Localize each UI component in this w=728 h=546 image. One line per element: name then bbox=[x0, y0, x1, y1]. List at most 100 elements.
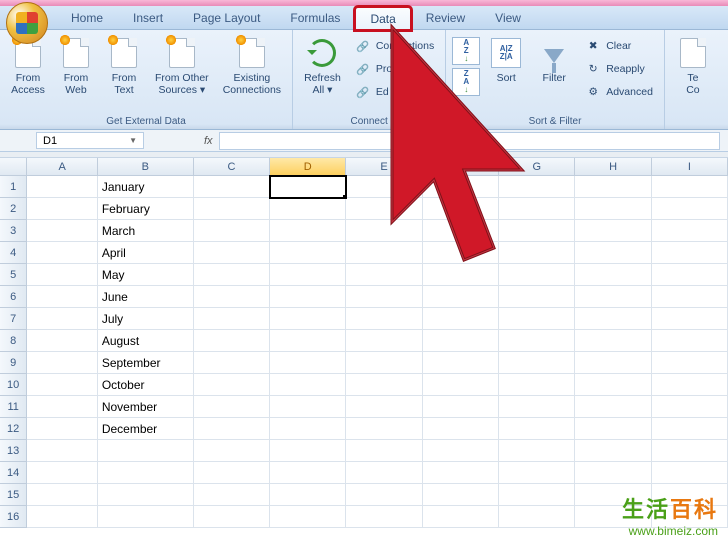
row-header-3[interactable]: 3 bbox=[0, 220, 27, 242]
select-all-corner[interactable] bbox=[0, 158, 27, 176]
cell-B14[interactable] bbox=[98, 462, 194, 484]
cell-F9[interactable] bbox=[423, 352, 499, 374]
cell-I8[interactable] bbox=[652, 330, 728, 352]
cell-F5[interactable] bbox=[423, 264, 499, 286]
cell-G12[interactable] bbox=[499, 418, 575, 440]
cell-B7[interactable]: July bbox=[98, 308, 194, 330]
cell-A11[interactable] bbox=[27, 396, 97, 418]
cell-B8[interactable]: August bbox=[98, 330, 194, 352]
cell-A16[interactable] bbox=[27, 506, 97, 528]
cell-D10[interactable] bbox=[270, 374, 346, 396]
cell-E2[interactable] bbox=[346, 198, 422, 220]
cell-A3[interactable] bbox=[27, 220, 97, 242]
cell-E8[interactable] bbox=[346, 330, 422, 352]
cell-A14[interactable] bbox=[27, 462, 97, 484]
cell-E15[interactable] bbox=[346, 484, 422, 506]
cell-C2[interactable] bbox=[194, 198, 270, 220]
from-web-button[interactable]: FromWeb bbox=[54, 33, 98, 100]
text-to-columns-button[interactable]: TeCo bbox=[671, 33, 715, 100]
cell-E16[interactable] bbox=[346, 506, 422, 528]
cell-F4[interactable] bbox=[423, 242, 499, 264]
cell-F10[interactable] bbox=[423, 374, 499, 396]
cell-E7[interactable] bbox=[346, 308, 422, 330]
cell-C15[interactable] bbox=[194, 484, 270, 506]
cell-C11[interactable] bbox=[194, 396, 270, 418]
cell-E10[interactable] bbox=[346, 374, 422, 396]
cell-A12[interactable] bbox=[27, 418, 97, 440]
cell-E1[interactable] bbox=[346, 176, 422, 198]
cell-C12[interactable] bbox=[194, 418, 270, 440]
cell-B9[interactable]: September bbox=[98, 352, 194, 374]
cell-G1[interactable] bbox=[499, 176, 575, 198]
tab-review[interactable]: Review bbox=[411, 6, 480, 29]
cell-E3[interactable] bbox=[346, 220, 422, 242]
row-header-7[interactable]: 7 bbox=[0, 308, 27, 330]
refresh-all-button[interactable]: RefreshAll ▾ bbox=[299, 33, 346, 100]
cell-B15[interactable] bbox=[98, 484, 194, 506]
filter-button[interactable]: Filter bbox=[532, 33, 576, 88]
cell-A5[interactable] bbox=[27, 264, 97, 286]
tab-insert[interactable]: Insert bbox=[118, 6, 178, 29]
cell-G8[interactable] bbox=[499, 330, 575, 352]
cell-C16[interactable] bbox=[194, 506, 270, 528]
row-header-16[interactable]: 16 bbox=[0, 506, 27, 528]
cell-H13[interactable] bbox=[575, 440, 651, 462]
cell-B13[interactable] bbox=[98, 440, 194, 462]
cell-B5[interactable]: May bbox=[98, 264, 194, 286]
cell-D11[interactable] bbox=[270, 396, 346, 418]
cell-F8[interactable] bbox=[423, 330, 499, 352]
cell-H14[interactable] bbox=[575, 462, 651, 484]
cell-I6[interactable] bbox=[652, 286, 728, 308]
cell-F16[interactable] bbox=[423, 506, 499, 528]
row-header-4[interactable]: 4 bbox=[0, 242, 27, 264]
cell-F15[interactable] bbox=[423, 484, 499, 506]
cell-H7[interactable] bbox=[575, 308, 651, 330]
column-header-D[interactable]: D bbox=[270, 158, 346, 176]
advanced-button[interactable]: ⚙Advanced bbox=[580, 81, 658, 103]
from-other-sources--button[interactable]: From OtherSources ▾ bbox=[150, 33, 214, 100]
cell-D5[interactable] bbox=[270, 264, 346, 286]
cell-G4[interactable] bbox=[499, 242, 575, 264]
tab-formulas[interactable]: Formulas bbox=[275, 6, 355, 29]
row-header-5[interactable]: 5 bbox=[0, 264, 27, 286]
cell-E11[interactable] bbox=[346, 396, 422, 418]
cell-A9[interactable] bbox=[27, 352, 97, 374]
cell-E5[interactable] bbox=[346, 264, 422, 286]
row-header-13[interactable]: 13 bbox=[0, 440, 27, 462]
cell-D12[interactable] bbox=[270, 418, 346, 440]
tab-home[interactable]: Home bbox=[56, 6, 118, 29]
row-header-10[interactable]: 10 bbox=[0, 374, 27, 396]
cell-I3[interactable] bbox=[652, 220, 728, 242]
cell-B10[interactable]: October bbox=[98, 374, 194, 396]
cell-G14[interactable] bbox=[499, 462, 575, 484]
cell-D4[interactable] bbox=[270, 242, 346, 264]
cell-A6[interactable] bbox=[27, 286, 97, 308]
cell-D2[interactable] bbox=[270, 198, 346, 220]
cell-C4[interactable] bbox=[194, 242, 270, 264]
cell-I14[interactable] bbox=[652, 462, 728, 484]
column-header-C[interactable]: C bbox=[194, 158, 270, 176]
row-header-11[interactable]: 11 bbox=[0, 396, 27, 418]
cell-G5[interactable] bbox=[499, 264, 575, 286]
cell-I10[interactable] bbox=[652, 374, 728, 396]
cell-H5[interactable] bbox=[575, 264, 651, 286]
row-header-14[interactable]: 14 bbox=[0, 462, 27, 484]
column-header-G[interactable]: G bbox=[499, 158, 575, 176]
sort-desc-button[interactable]: ZA↓ bbox=[452, 68, 480, 96]
cell-D13[interactable] bbox=[270, 440, 346, 462]
cell-F14[interactable] bbox=[423, 462, 499, 484]
column-header-E[interactable]: E bbox=[346, 158, 422, 176]
column-header-I[interactable]: I bbox=[652, 158, 728, 176]
cell-E9[interactable] bbox=[346, 352, 422, 374]
cell-I5[interactable] bbox=[652, 264, 728, 286]
cell-A8[interactable] bbox=[27, 330, 97, 352]
cell-G6[interactable] bbox=[499, 286, 575, 308]
cell-F2[interactable] bbox=[423, 198, 499, 220]
cell-C5[interactable] bbox=[194, 264, 270, 286]
cell-G9[interactable] bbox=[499, 352, 575, 374]
cell-D7[interactable] bbox=[270, 308, 346, 330]
existing-connections-button[interactable]: ExistingConnections bbox=[218, 33, 286, 100]
name-box[interactable]: D1 ▼ bbox=[36, 132, 144, 149]
cell-E4[interactable] bbox=[346, 242, 422, 264]
fx-icon[interactable]: fx bbox=[204, 135, 213, 147]
